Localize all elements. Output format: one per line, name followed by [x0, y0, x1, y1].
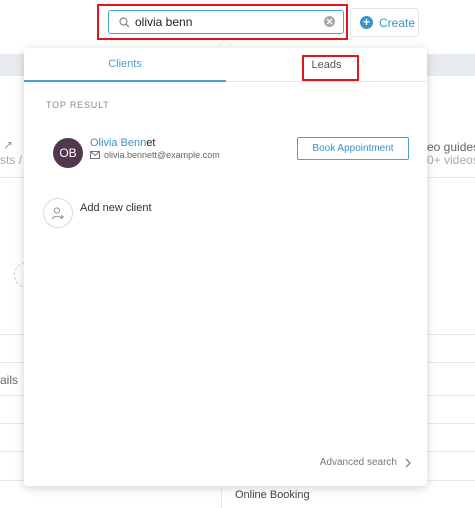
results-tabs: Clients Leads: [24, 48, 427, 82]
background-text: 0+ videos: [427, 153, 475, 167]
add-new-client-label: Add new client: [80, 202, 152, 214]
mail-icon: [90, 151, 100, 159]
advanced-search-link[interactable]: Advanced search: [320, 457, 412, 468]
chevron-right-icon: [404, 458, 412, 468]
search-field[interactable]: [108, 10, 344, 34]
leads-highlight-box: [302, 55, 359, 81]
search-icon: [117, 15, 131, 29]
create-button-label: Create: [379, 15, 416, 30]
external-link-icon: ↗: [3, 138, 14, 152]
search-results-dropdown: Clients Leads TOP RESULT OB Olivia Benne…: [24, 48, 427, 486]
plus-icon: +: [360, 16, 373, 29]
search-input[interactable]: [135, 15, 315, 29]
clear-search-icon[interactable]: [324, 16, 335, 27]
client-name[interactable]: Olivia Bennet: [90, 137, 155, 149]
tab-clients[interactable]: Clients: [24, 48, 226, 82]
avatar: OB: [53, 138, 83, 168]
create-button[interactable]: + Create: [350, 8, 419, 37]
background-text: sts /: [0, 153, 23, 167]
add-user-icon: [43, 198, 73, 228]
background-text: ails: [0, 373, 19, 387]
background-online-booking[interactable]: Online Booking: [235, 489, 310, 501]
background-text: eo guides: [427, 140, 475, 154]
top-result-heading: TOP RESULT: [46, 100, 110, 110]
client-result-row[interactable]: OB Olivia Bennet olivia.bennett@example.…: [52, 136, 412, 176]
client-email-text: olivia.bennett@example.com: [104, 150, 220, 160]
advanced-search-label: Advanced search: [319, 457, 397, 468]
client-name-match: Olivia Benn: [90, 137, 147, 149]
client-name-rest: et: [146, 137, 156, 149]
client-email: olivia.bennett@example.com: [90, 150, 220, 160]
book-appointment-button[interactable]: Book Appointment: [297, 137, 409, 160]
